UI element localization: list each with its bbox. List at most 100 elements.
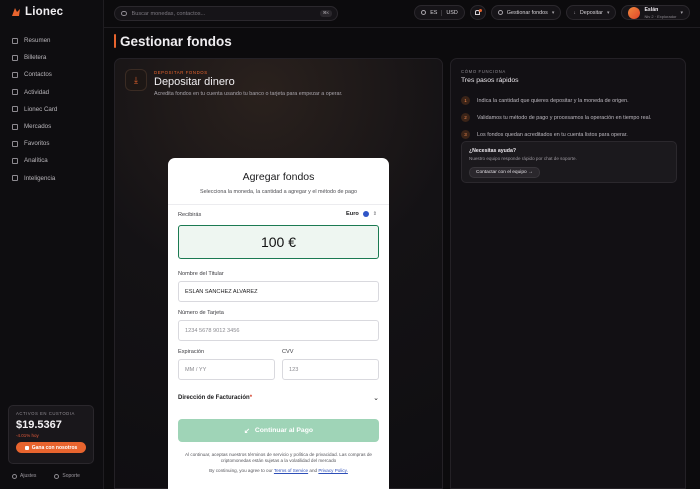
search-input[interactable] [131, 10, 302, 17]
notification-dot [478, 9, 482, 12]
amount-input[interactable]: 100 € [178, 225, 379, 259]
user-info: Eslán Niv 2 · Explorador [644, 7, 676, 19]
support-link[interactable]: Soporte [54, 473, 80, 479]
gear-icon [12, 473, 17, 479]
notifications-button[interactable] [469, 5, 486, 20]
activity-icon [12, 89, 18, 96]
currency-value: USD [446, 9, 458, 16]
legal-text: Al continuar, aceptas nuestros términos … [185, 452, 372, 463]
receive-label: Recibirás [178, 212, 202, 218]
search-icon [121, 10, 127, 17]
sidebar-item-label: Analítica [24, 157, 48, 165]
step-text: Indica la cantidad que quieres depositar… [477, 97, 629, 104]
avatar [628, 6, 641, 19]
wallet-icon [497, 10, 503, 15]
sidebar-item-billetera[interactable]: Billetera [8, 49, 98, 66]
list-item: 2 Validamos tu método de pago y procesam… [461, 109, 677, 126]
star-icon [12, 140, 18, 147]
steps-list: 1 Indica la cantidad que quieres deposit… [461, 92, 677, 143]
deposit-menu[interactable]: ↓ Depositar ▾ [566, 5, 617, 20]
page-title: Gestionar fondos [120, 34, 232, 49]
divider [168, 204, 389, 205]
sidebar-item-mercados[interactable]: Mercados [8, 118, 98, 135]
topbar-actions: ES USD Gestionar fondos ▾ ↓ Depositar ▾ … [414, 5, 690, 20]
step-number: 2 [461, 113, 470, 122]
sidebar-item-favoritos[interactable]: Favoritos [8, 135, 98, 152]
step-number: 3 [461, 130, 470, 139]
expiry-field[interactable] [178, 359, 275, 380]
euro-flag-icon [362, 211, 369, 217]
help-subtitle: Nuestro equipo responde rápido por chat … [469, 156, 577, 161]
title-accent [114, 34, 116, 48]
card-number-label: Número de Tarjeta [178, 310, 224, 316]
brand-name: Lionec [25, 6, 64, 18]
help-icon [54, 473, 60, 479]
deposit-label: Depositar [579, 9, 603, 16]
sidebar-item-actividad[interactable]: Actividad [8, 84, 98, 101]
custody-label: ACTIVOS EN CUSTODIA [16, 411, 75, 416]
search-box[interactable]: ⌘K [114, 6, 338, 21]
brand-logo[interactable]: Lionec [10, 6, 63, 18]
chart-icon [12, 157, 18, 164]
chevron-down-icon: ▾ [551, 9, 555, 16]
search-shortcut: ⌘K [319, 10, 332, 17]
billing-address-toggle[interactable]: Dirección de Facturación* ⌄ [178, 394, 379, 402]
cvv-field[interactable] [282, 359, 379, 380]
divider [441, 9, 443, 16]
sidebar-item-lionec-card[interactable]: Lionec Card [8, 101, 98, 118]
sidebar-item-label: Lionec Card [24, 105, 58, 113]
lion-logo-icon [12, 8, 20, 16]
sidebar-item-analitica[interactable]: Analítica [8, 152, 98, 169]
sidebar-item-label: Billetera [24, 54, 47, 62]
currency-selector[interactable]: Euro ⇕ [346, 211, 377, 217]
custody-change: -4.01% hoy [16, 433, 39, 438]
custody-value: $19.5367 [16, 419, 62, 431]
topbar: ⌘K ES USD Gestionar fondos ▾ ↓ Depositar… [104, 0, 700, 28]
custody-card: ACTIVOS EN CUSTODIA $19.5367 -4.01% hoy … [8, 405, 94, 464]
sidebar-footer: Ajustes Soporte [12, 473, 80, 479]
deposit-title: Depositar dinero [154, 76, 235, 88]
billing-label: Dirección de Facturación* [178, 395, 252, 401]
holder-label: Nombre del Titular [178, 271, 224, 277]
locale-selector[interactable]: ES USD [414, 5, 465, 20]
deposit-eyebrow: DEPOSITAR FONDOS [154, 70, 208, 75]
manage-funds-menu[interactable]: Gestionar fondos ▾ [490, 5, 562, 20]
continue-to-payment-button[interactable]: ↙ Continuar al Pago [178, 419, 379, 442]
settings-label: Ajustes [20, 473, 37, 479]
language-value: ES [430, 9, 438, 16]
sidebar-item-label: Resumen [24, 37, 51, 45]
help-title: ¿Necesitas ayuda? [469, 148, 516, 154]
download-icon: ↓ [573, 9, 576, 16]
modal-subtitle: Selecciona la moneda, la cantidad a agre… [199, 189, 358, 195]
sidebar-item-resumen[interactable]: Resumen [8, 32, 98, 49]
settings-link[interactable]: Ajustes [12, 473, 36, 479]
sidebar-item-label: Favoritos [24, 140, 50, 148]
list-item: 1 Indica la cantidad que quieres deposit… [461, 92, 677, 109]
download-icon: ⤓ [134, 74, 138, 85]
currency-name: Euro [346, 211, 359, 217]
sidebar-item-contactos[interactable]: Contactos [8, 66, 98, 83]
legal-text-en: By continuing, you agree to our Terms of… [178, 468, 379, 473]
how-eyebrow: CÓMO FUNCIONA [461, 69, 506, 74]
earn-with-us-label: Gana con nosotros [31, 444, 78, 451]
card-holder-field[interactable] [178, 281, 379, 302]
sidebar-item-inteligencia[interactable]: Inteligencia [8, 170, 98, 187]
card-number-field[interactable] [178, 320, 379, 341]
sidebar: Lionec Resumen Billetera Contactos Activ… [0, 0, 104, 489]
chevron-down-icon: ▾ [606, 9, 610, 16]
card-icon [12, 106, 18, 113]
privacy-link[interactable]: Privacy Policy. [318, 468, 348, 473]
chevron-down-icon: ▾ [680, 9, 683, 16]
brain-icon [12, 175, 18, 182]
user-menu[interactable]: Eslán Niv 2 · Explorador ▾ [621, 5, 690, 20]
wallet-icon [12, 54, 18, 61]
support-label: Soporte [62, 473, 80, 479]
contact-team-button[interactable]: Contactar con el equipo → [469, 167, 540, 178]
sidebar-nav: Resumen Billetera Contactos Actividad Li… [8, 32, 98, 187]
terms-link[interactable]: Terms of Service [274, 468, 308, 473]
arrow-down-left-icon: ↙ [243, 427, 250, 435]
earn-with-us-button[interactable]: Gana con nosotros [16, 442, 86, 453]
legal-prefix: By continuing, you agree to our [209, 468, 273, 473]
manage-funds-label: Gestionar fondos [506, 9, 548, 16]
step-text: Validamos tu método de pago y procesamos… [477, 114, 652, 121]
